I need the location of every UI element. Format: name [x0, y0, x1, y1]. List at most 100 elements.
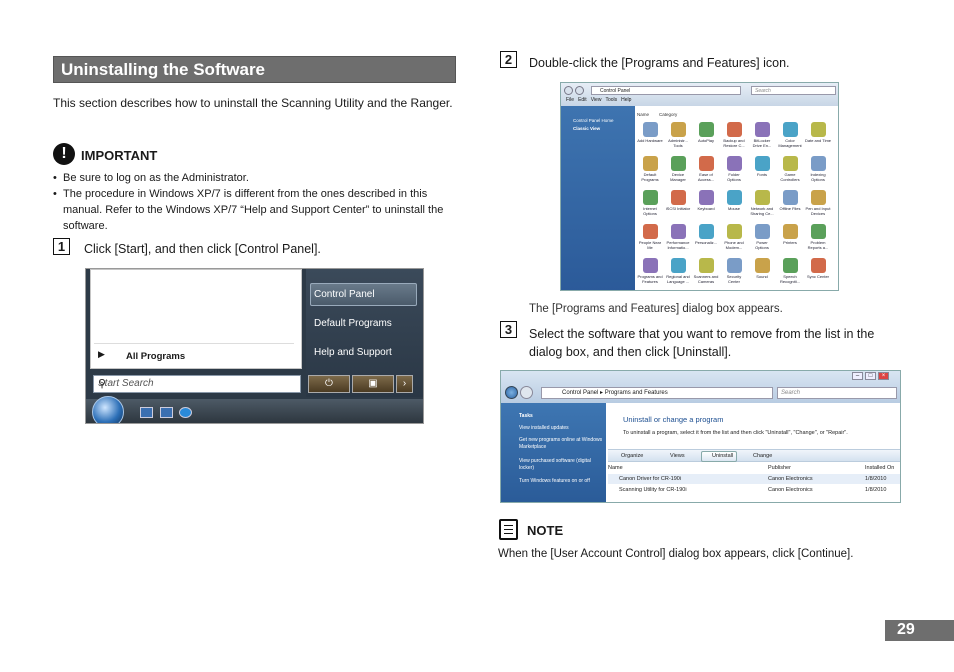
control-panel-item[interactable]: Add Hardware: [637, 121, 663, 154]
default-programs-item[interactable]: Default Programs: [314, 318, 392, 329]
control-panel-item[interactable]: Regional and Language ...: [665, 257, 691, 290]
control-panel-item[interactable]: Fonts: [749, 155, 775, 188]
control-panel-item-icon: [726, 122, 742, 137]
control-panel-item-icon: [810, 190, 826, 205]
search-input[interactable]: Search: [777, 387, 897, 399]
close-icon[interactable]: ×: [878, 372, 889, 380]
views-button[interactable]: Views: [670, 453, 685, 459]
control-panel-item[interactable]: Network and Sharing Ce...: [749, 189, 775, 222]
window-switch-icon[interactable]: [160, 407, 173, 418]
control-panel-item[interactable]: Performance Informatio...: [665, 223, 691, 256]
chevron-right-icon[interactable]: ›: [396, 375, 413, 393]
control-panel-item[interactable]: Speech Recogniti...: [777, 257, 803, 290]
column-name[interactable]: Name: [608, 465, 623, 471]
control-panel-item[interactable]: Sync Center: [805, 257, 831, 290]
start-orb-icon[interactable]: [92, 396, 124, 423]
table-row[interactable]: Canon Driver for CR-190i Canon Electroni…: [608, 474, 900, 484]
desktop-icon[interactable]: [140, 407, 153, 418]
control-panel-item[interactable]: Color Management: [777, 121, 803, 154]
sidebar-item-home[interactable]: Control Panel Home: [573, 118, 614, 123]
control-panel-item[interactable]: Backup and Restore C...: [721, 121, 747, 154]
control-panel-item[interactable]: Device Manager: [665, 155, 691, 188]
control-panel-item[interactable]: BitLocker Drive En...: [749, 121, 775, 154]
all-programs-item[interactable]: All Programs: [126, 351, 185, 362]
control-panel-item[interactable]: Power Options: [749, 223, 775, 256]
control-panel-item-icon: [782, 224, 798, 239]
column-name[interactable]: Name: [637, 112, 649, 117]
control-panel-item-icon: [726, 258, 742, 273]
maximize-icon[interactable]: □: [865, 372, 876, 380]
menu-view[interactable]: View: [591, 97, 602, 103]
table-row[interactable]: Scanning Utility for CR-190i Canon Elect…: [608, 485, 900, 495]
control-panel-item-label: Pen and Input Devices: [805, 206, 831, 216]
control-panel-item-label: Network and Sharing Ce...: [750, 206, 774, 216]
menu-help[interactable]: Help: [621, 97, 631, 103]
lock-icon[interactable]: ▣: [352, 375, 394, 393]
control-panel-item[interactable]: Keyboard: [693, 189, 719, 222]
control-panel-item[interactable]: Folder Options: [721, 155, 747, 188]
back-icon[interactable]: [564, 86, 573, 95]
control-panel-item[interactable]: People Near Me: [637, 223, 663, 256]
menu-edit[interactable]: Edit: [578, 97, 587, 103]
control-panel-item[interactable]: Mouse: [721, 189, 747, 222]
control-panel-item[interactable]: Default Programs: [637, 155, 663, 188]
control-panel-item[interactable]: Indexing Options: [805, 155, 831, 188]
control-panel-item-label: Ease of Access...: [697, 172, 715, 182]
control-panel-item[interactable]: Game Controllers: [777, 155, 803, 188]
control-panel-item[interactable]: Scanners and Cameras: [693, 257, 719, 290]
control-panel-item[interactable]: Offline Files: [777, 189, 803, 222]
control-panel-item-icon: [670, 190, 686, 205]
sidebar-item-updates[interactable]: View installed updates: [519, 425, 603, 432]
address-bar[interactable]: Control Panel: [591, 86, 741, 95]
column-installed-on[interactable]: Installed On: [865, 465, 894, 471]
control-panel-item[interactable]: Internet Options: [637, 189, 663, 222]
control-panel-item[interactable]: iSCSI Initiator: [665, 189, 691, 222]
control-panel-item[interactable]: Date and Time: [805, 121, 831, 154]
start-search-input[interactable]: Start Search ⚲: [93, 375, 301, 393]
column-category[interactable]: Category: [659, 112, 677, 117]
control-panel-item-icon: [698, 156, 714, 171]
organize-button[interactable]: Organize: [621, 453, 643, 459]
menu-file[interactable]: File: [566, 97, 574, 103]
minimize-icon[interactable]: –: [852, 372, 863, 380]
control-panel-item[interactable]: Control Panel: [314, 289, 375, 300]
control-panel-item[interactable]: Printers: [777, 223, 803, 256]
row-publisher: Canon Electronics: [768, 476, 813, 482]
internet-explorer-icon[interactable]: [179, 407, 192, 418]
sidebar-item-classic[interactable]: Classic View: [573, 126, 600, 131]
menu-bar: File Edit View Tools Help: [566, 97, 635, 103]
control-panel-item[interactable]: Ease of Access...: [693, 155, 719, 188]
control-panel-item-label: Fonts: [756, 172, 767, 177]
control-panel-item[interactable]: Administr... Tools: [665, 121, 691, 154]
breadcrumb-programs-features[interactable]: Programs and Features: [605, 390, 668, 396]
control-panel-item[interactable]: Personaliz...: [693, 223, 719, 256]
address-bar[interactable]: Control Panel ▸ Programs and Features: [541, 387, 773, 399]
sidebar-item-windows-features[interactable]: Turn Windows features on or off: [519, 478, 603, 485]
column-headers: Name Category: [637, 112, 687, 117]
control-panel-item[interactable]: Programs and Features: [637, 257, 663, 290]
step-text: Double-click the [Programs and Features]…: [529, 56, 790, 70]
sidebar-item-digital-locker[interactable]: View purchased software (digital locker): [519, 458, 603, 471]
help-support-item[interactable]: Help and Support: [314, 347, 392, 358]
power-icon[interactable]: ⏻: [308, 375, 350, 393]
forward-icon[interactable]: [575, 86, 584, 95]
sidebar-item-marketplace[interactable]: Get new programs online at Windows Marke…: [519, 437, 603, 450]
control-panel-item[interactable]: Sound: [749, 257, 775, 290]
control-panel-item-label: Sound: [756, 274, 768, 279]
breadcrumb-control-panel[interactable]: Control Panel: [562, 390, 598, 396]
control-panel-item-icon: [698, 258, 714, 273]
uninstall-label[interactable]: Uninstall: [712, 453, 733, 459]
search-input[interactable]: Search: [751, 86, 836, 95]
control-panel-item[interactable]: AutoPlay: [693, 121, 719, 154]
control-panel-item[interactable]: Problem Reports a...: [805, 223, 831, 256]
control-panel-item-label: Regional and Language ...: [666, 274, 690, 284]
change-button[interactable]: Change: [753, 453, 772, 459]
control-panel-item-label: Speech Recogniti...: [779, 274, 800, 284]
control-panel-item[interactable]: Phone and Modem...: [721, 223, 747, 256]
control-panel-item[interactable]: Pen and Input Devices: [805, 189, 831, 222]
menu-tools[interactable]: Tools: [605, 97, 617, 103]
column-publisher[interactable]: Publisher: [768, 465, 791, 471]
forward-icon[interactable]: [520, 386, 533, 399]
back-icon[interactable]: [505, 386, 518, 399]
control-panel-item[interactable]: Security Center: [721, 257, 747, 290]
